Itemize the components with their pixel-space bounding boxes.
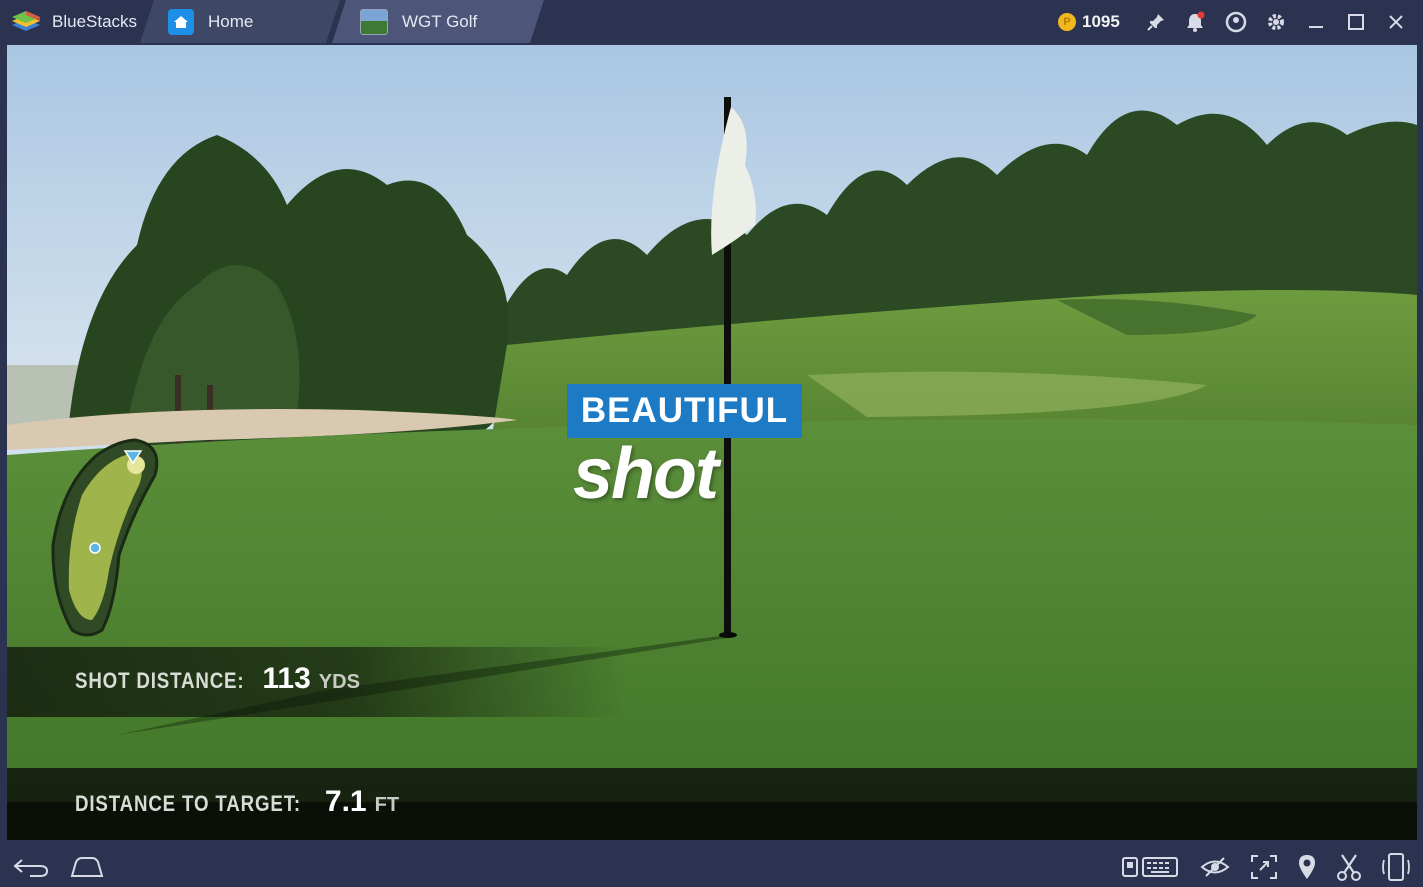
settings-button[interactable]: [1264, 10, 1288, 34]
title-bar: BlueStacks Home WGT Golf P 1095: [0, 0, 1423, 43]
close-icon: [1389, 15, 1403, 29]
distance-to-target-row: DISTANCE TO TARGET: 7.1 FT: [75, 785, 399, 819]
tab-home[interactable]: Home: [140, 0, 340, 43]
keyboard-controls-button[interactable]: [1120, 852, 1180, 882]
tab-wgt-golf-label: WGT Golf: [402, 11, 478, 31]
home-icon: [70, 857, 104, 877]
pin-button[interactable]: [1144, 10, 1168, 34]
android-home-button[interactable]: [66, 852, 108, 882]
tab-wgt-golf[interactable]: WGT Golf: [332, 0, 544, 43]
coin-balance[interactable]: P 1095: [1058, 0, 1120, 43]
location-button[interactable]: [1294, 852, 1320, 882]
screenshot-button[interactable]: [1334, 852, 1364, 882]
scissors-icon: [1337, 854, 1361, 881]
back-icon: [13, 859, 49, 877]
game-viewport[interactable]: BEAUTIFUL shot SHOT DISTANCE: 113 YDS DI…: [7, 45, 1417, 840]
minimap-ball-marker: [89, 542, 101, 554]
gear-icon: [1268, 14, 1284, 30]
maximize-button[interactable]: [1344, 10, 1368, 34]
minimize-icon: [1309, 26, 1323, 28]
android-nav-bar: [0, 846, 1423, 887]
close-button[interactable]: [1384, 10, 1408, 34]
back-button[interactable]: [10, 852, 52, 882]
account-button[interactable]: [1224, 10, 1248, 34]
coin-count: 1095: [1082, 11, 1120, 31]
brand-label: BlueStacks: [52, 11, 138, 31]
shot-distance-unit: YDS: [318, 671, 360, 693]
bluestacks-brand[interactable]: BlueStacks: [10, 0, 137, 43]
distance-to-target-unit: FT: [374, 794, 400, 816]
distance-to-target-value: 7.1: [324, 785, 367, 818]
maximize-icon: [1348, 14, 1364, 30]
home-icon: [168, 9, 194, 35]
rotate-phone-icon: [1382, 853, 1410, 881]
fullscreen-button[interactable]: [1248, 852, 1280, 882]
fullscreen-icon: [1251, 855, 1277, 879]
eye-icon: [1200, 857, 1230, 877]
keyboard-icon: [1122, 857, 1178, 877]
account-icon: [1225, 11, 1247, 33]
pin-icon: [1147, 14, 1164, 31]
visibility-button[interactable]: [1198, 852, 1232, 882]
coin-icon: P: [1058, 12, 1076, 31]
shot-banner-text: shot: [573, 434, 719, 514]
rotate-screen-button[interactable]: [1378, 852, 1414, 882]
minimize-button[interactable]: [1304, 10, 1328, 34]
distance-to-target-label: DISTANCE TO TARGET:: [75, 791, 302, 816]
beautiful-banner: BEAUTIFUL: [567, 384, 802, 438]
bell-icon: [1187, 11, 1205, 32]
shot-distance-value: 113: [262, 662, 311, 695]
shot-distance-label: SHOT DISTANCE:: [75, 668, 245, 693]
shot-distance-row: SHOT DISTANCE: 113 YDS: [75, 662, 360, 696]
wgt-golf-app-icon: [360, 9, 388, 35]
location-icon: [1299, 855, 1315, 879]
bluestacks-logo-icon: [12, 10, 40, 31]
tab-home-label: Home: [208, 11, 254, 31]
cup: [719, 632, 737, 638]
notifications-button[interactable]: [1183, 10, 1207, 34]
